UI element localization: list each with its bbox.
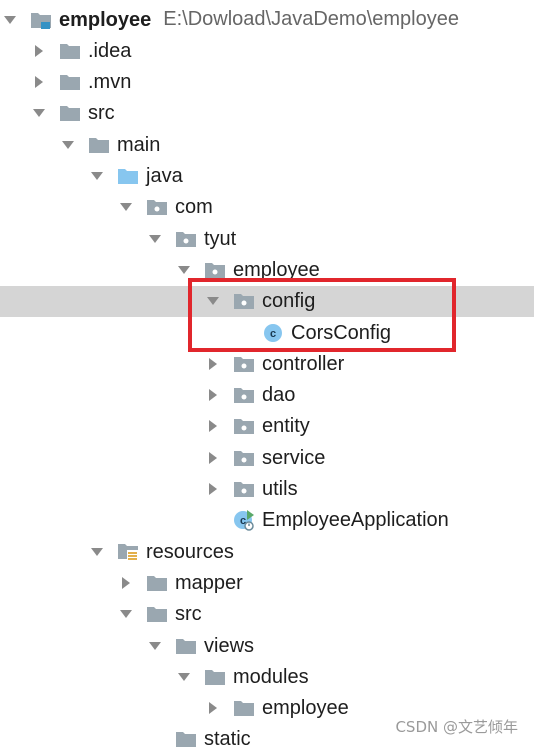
tree-item-label: .idea — [88, 39, 132, 62]
spring-boot-class-icon: c — [233, 510, 255, 532]
collapse-arrow-icon[interactable] — [32, 75, 46, 89]
folder-icon — [146, 573, 168, 593]
package-icon — [204, 260, 226, 280]
collapse-arrow-icon[interactable] — [119, 576, 133, 590]
folder-icon — [59, 72, 81, 92]
tree-item-label: modules — [233, 665, 309, 688]
expand-arrow-icon[interactable] — [90, 545, 104, 559]
tree-row-modules[interactable]: modules — [0, 661, 534, 692]
tree-item-label: config — [262, 290, 316, 313]
expand-arrow-icon[interactable] — [32, 106, 46, 120]
tree-item-label: mapper — [175, 571, 243, 594]
tree-row-mapper[interactable]: mapper — [0, 567, 534, 598]
folder-icon — [175, 729, 197, 749]
tree-row-config[interactable]: config — [0, 285, 534, 317]
expand-arrow-icon[interactable] — [119, 607, 133, 621]
package-icon — [233, 291, 255, 311]
tree-item-label: employee — [233, 258, 320, 281]
tree-row-service[interactable]: service — [0, 442, 534, 473]
tree-item-label: src — [88, 102, 115, 125]
tree-row-tyut[interactable]: tyut — [0, 223, 534, 254]
expand-arrow-icon[interactable] — [61, 138, 75, 152]
tree-item-label: EmployeeApplication — [262, 509, 449, 532]
tree-row-corsconfig[interactable]: c CorsConfig — [0, 317, 534, 348]
tree-item-label: employee — [262, 697, 349, 720]
folder-icon — [59, 41, 81, 61]
expand-arrow-icon[interactable] — [90, 169, 104, 183]
tree-item-label: CorsConfig — [291, 321, 392, 344]
tree-row-employee[interactable]: employee E:\Dowload\JavaDemo\employee — [0, 4, 534, 35]
tree-item-label: resources — [146, 540, 234, 563]
tree-row-employee[interactable]: employee — [0, 254, 534, 285]
package-icon — [233, 385, 255, 405]
project-path: E:\Dowload\JavaDemo\employee — [163, 8, 459, 30]
expand-arrow-icon[interactable] — [206, 294, 220, 308]
folder-icon — [233, 698, 255, 718]
tree-row-controller[interactable]: controller — [0, 348, 534, 379]
tree-item-label: employee — [59, 8, 152, 31]
tree-item-label: dao — [262, 384, 296, 407]
tree-item-label: .mvn — [88, 71, 132, 94]
tree-row-entity[interactable]: entity — [0, 411, 534, 442]
collapse-arrow-icon[interactable] — [206, 357, 220, 371]
package-icon — [233, 416, 255, 436]
package-icon — [146, 197, 168, 217]
expand-arrow-icon[interactable] — [148, 232, 162, 246]
class-icon: c — [262, 323, 284, 343]
tree-row-src[interactable]: src — [0, 599, 534, 630]
tree-item-label: java — [146, 165, 183, 187]
tree-item-label: main — [117, 133, 161, 156]
tree-row-dao[interactable]: dao — [0, 380, 534, 411]
collapse-arrow-icon[interactable] — [206, 482, 220, 496]
folder-icon — [146, 604, 168, 624]
source-root-folder-icon — [117, 166, 139, 186]
package-icon — [233, 354, 255, 374]
expand-arrow-icon[interactable] — [177, 670, 191, 684]
folder-icon — [204, 667, 226, 687]
tree-item-label: controller — [262, 352, 345, 375]
tree-item-label: static — [204, 728, 251, 751]
svg-text:c: c — [270, 328, 276, 340]
package-icon — [233, 479, 255, 499]
watermark: CSDN @文艺倾年 — [395, 718, 518, 736]
tree-row-java[interactable]: java — [0, 161, 534, 192]
folder-icon — [59, 103, 81, 123]
collapse-arrow-icon[interactable] — [206, 701, 220, 715]
expand-arrow-icon[interactable] — [119, 200, 133, 214]
tree-row-resources[interactable]: resources — [0, 536, 534, 567]
tree-row-employeeapplication[interactable]: c EmployeeApplication — [0, 505, 534, 536]
collapse-arrow-icon[interactable] — [206, 451, 220, 465]
tree-row--idea[interactable]: .idea — [0, 35, 534, 66]
tree-row--mvn[interactable]: .mvn — [0, 67, 534, 98]
package-icon — [175, 229, 197, 249]
collapse-arrow-icon[interactable] — [206, 388, 220, 402]
tree-row-src[interactable]: src — [0, 98, 534, 129]
tree-item-label: service — [262, 446, 326, 469]
tree-row-utils[interactable]: utils — [0, 474, 534, 505]
tree-item-label: com — [175, 196, 213, 219]
expand-arrow-icon[interactable] — [177, 263, 191, 277]
collapse-arrow-icon[interactable] — [206, 419, 220, 433]
folder-icon — [88, 135, 110, 155]
folder-icon — [175, 636, 197, 656]
tree-row-views[interactable]: views — [0, 630, 534, 661]
expand-arrow-icon[interactable] — [148, 639, 162, 653]
module-folder-icon — [30, 10, 52, 30]
tree-row-main[interactable]: main — [0, 129, 534, 160]
tree-item-label: views — [204, 634, 255, 657]
tree-item-label: utils — [262, 478, 298, 500]
package-icon — [233, 448, 255, 468]
collapse-arrow-icon[interactable] — [32, 44, 46, 58]
tree-item-label: entity — [262, 415, 310, 438]
tree-row-com[interactable]: com — [0, 192, 534, 223]
tree-item-label: tyut — [204, 227, 237, 250]
resources-folder-icon — [117, 542, 139, 562]
tree-item-label: src — [175, 603, 202, 626]
expand-arrow-icon[interactable] — [3, 13, 17, 27]
